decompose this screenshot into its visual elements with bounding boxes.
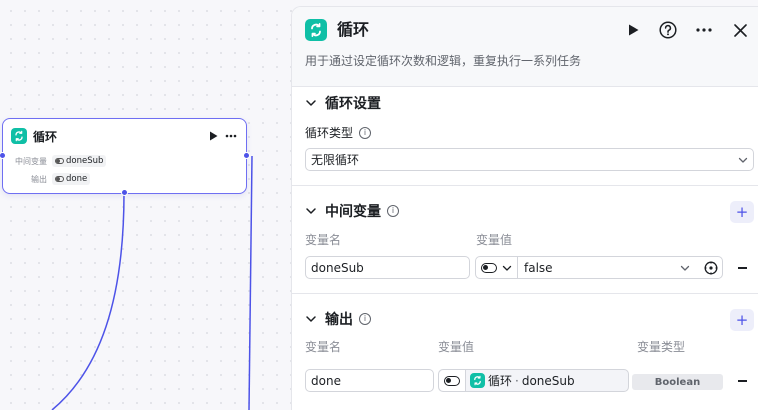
reference-node-name: 循环 bbox=[488, 374, 513, 388]
node-row-label: 中间变量 bbox=[15, 156, 47, 166]
run-icon[interactable] bbox=[620, 17, 646, 43]
node-row-label: 输出 bbox=[31, 174, 47, 184]
node-row-value: doneSub bbox=[66, 156, 104, 166]
value-type-switch[interactable] bbox=[476, 257, 518, 278]
chevron-down-icon bbox=[306, 100, 316, 106]
variable-type-header: 变量类型 bbox=[637, 340, 686, 354]
chevron-down-icon bbox=[306, 208, 316, 214]
loop-icon bbox=[305, 19, 327, 41]
remove-output-button[interactable] bbox=[736, 375, 748, 387]
loop-node-header: 循环 bbox=[11, 127, 240, 145]
node-row-chip: doneSub bbox=[52, 155, 107, 167]
toggle-icon bbox=[55, 158, 64, 164]
chevron-down-icon[interactable] bbox=[680, 263, 690, 273]
value-type-switch[interactable] bbox=[439, 370, 466, 391]
edge-curve bbox=[51, 192, 125, 410]
variable-type-badge: Boolean bbox=[632, 374, 723, 390]
panel-header: 循环 用于通过设定循环次数和逻辑，重复执行一系列任务 bbox=[292, 7, 758, 87]
output-section: 输出 i + 变量名 变量值 变量类型 done 循环 · doneSub Bo… bbox=[292, 295, 758, 410]
chevron-down-icon bbox=[306, 316, 316, 322]
variable-name-header: 变量名 bbox=[305, 340, 342, 354]
node-row-intermediate: 中间变量 doneSub bbox=[11, 154, 107, 168]
help-icon[interactable] bbox=[655, 17, 681, 43]
loop-node[interactable]: 循环 中间变量 doneSub 输出 done bbox=[0, 118, 250, 196]
chevron-down-icon bbox=[738, 157, 748, 163]
input-port[interactable] bbox=[0, 152, 6, 159]
section-title: 循环设置 bbox=[325, 96, 381, 112]
more-icon[interactable] bbox=[222, 127, 240, 145]
reference-separator: · bbox=[515, 373, 519, 388]
loop-icon bbox=[470, 373, 485, 388]
node-row-output: 输出 done bbox=[11, 172, 91, 186]
section-title: 输出 bbox=[325, 312, 353, 328]
remove-intermediate-button[interactable] bbox=[736, 262, 748, 274]
toggle-icon bbox=[55, 176, 64, 182]
loop-type-select[interactable]: 无限循环 bbox=[305, 148, 754, 171]
intermediate-value-input[interactable]: false bbox=[475, 256, 723, 279]
info-icon[interactable]: i bbox=[387, 205, 399, 217]
output-port-bottom[interactable] bbox=[121, 189, 128, 196]
reference-variable-name: doneSub bbox=[521, 373, 575, 388]
loop-type-value: 无限循环 bbox=[311, 153, 360, 167]
loop-settings-section: 循环设置 循环类型 i 无限循环 bbox=[292, 87, 758, 186]
output-value-input[interactable]: 循环 · doneSub bbox=[438, 369, 629, 392]
output-name-value: done bbox=[311, 373, 341, 388]
loop-type-label-text: 循环类型 bbox=[305, 126, 354, 140]
loop-icon bbox=[11, 128, 27, 144]
intermediate-value-text: false bbox=[524, 260, 553, 275]
intermediate-variable-header[interactable]: 中间变量 i bbox=[305, 201, 399, 221]
node-row-chip: done bbox=[52, 173, 91, 185]
variable-value-header: 变量值 bbox=[476, 233, 513, 247]
variable-value-header: 变量值 bbox=[438, 340, 475, 354]
run-icon[interactable] bbox=[204, 127, 222, 145]
intermediate-variable-section: 中间变量 i + 变量名 变量值 doneSub false bbox=[292, 187, 758, 294]
node-config-panel: 循环 用于通过设定循环次数和逻辑，重复执行一系列任务 循环设置 循环类型 i 无… bbox=[291, 6, 758, 410]
chevron-down-icon bbox=[502, 265, 512, 271]
output-name-input[interactable]: done bbox=[305, 369, 434, 392]
add-output-button[interactable]: + bbox=[730, 309, 754, 331]
section-title: 中间变量 bbox=[325, 204, 381, 220]
add-intermediate-button[interactable]: + bbox=[730, 201, 754, 223]
loop-type-label: 循环类型 i bbox=[305, 125, 372, 141]
node-row-value: done bbox=[66, 174, 88, 184]
close-icon[interactable] bbox=[727, 17, 753, 43]
more-icon[interactable] bbox=[691, 17, 717, 43]
loop-settings-header[interactable]: 循环设置 bbox=[305, 93, 381, 113]
info-icon[interactable]: i bbox=[359, 127, 372, 139]
variable-reference-icon[interactable] bbox=[704, 261, 718, 275]
output-port-right[interactable] bbox=[243, 152, 250, 159]
toggle-icon bbox=[444, 375, 460, 386]
variable-name-header: 变量名 bbox=[305, 233, 342, 247]
edge-vertical bbox=[248, 155, 253, 410]
panel-description: 用于通过设定循环次数和逻辑，重复执行一系列任务 bbox=[305, 54, 582, 68]
panel-title: 循环 bbox=[337, 20, 370, 39]
intermediate-name-value: doneSub bbox=[311, 260, 364, 275]
toggle-icon bbox=[481, 262, 497, 273]
output-header[interactable]: 输出 i bbox=[305, 309, 371, 329]
intermediate-name-input[interactable]: doneSub bbox=[305, 256, 470, 279]
info-icon[interactable]: i bbox=[359, 313, 371, 325]
loop-node-title: 循环 bbox=[33, 129, 58, 144]
